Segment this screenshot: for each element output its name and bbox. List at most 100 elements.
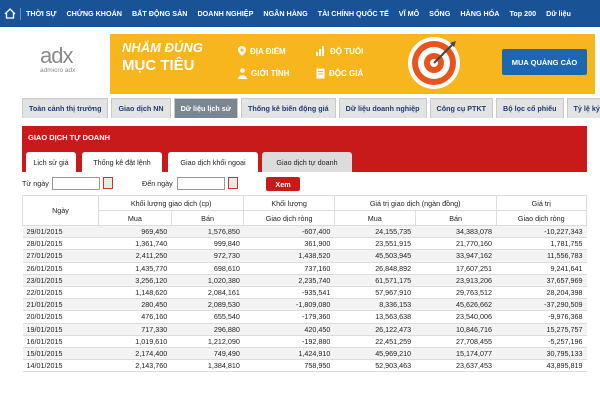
col-header-value-sell: Bán — [414, 210, 497, 226]
table-row: 26/01/2015 1,435,770 698,610 737,160 26,848,… — [22, 262, 587, 275]
cell-volume-buy: 1,148,620 — [98, 286, 172, 300]
banner-line1: NHẮM ĐÚNG — [122, 40, 203, 55]
col-header-value: Giá trị giao dịch (ngàn đồng) — [333, 195, 497, 211]
subtab-giao-dich-khoi-ngoai[interactable]: Giao dịch khối ngoại — [168, 152, 258, 172]
cell-value-buy: 26,122,473 — [334, 323, 416, 336]
cell-volume-sell: 2,089,530 — [171, 298, 244, 312]
tab-bo-loc-co-phieu[interactable]: Bộ lọc cổ phiếu — [496, 98, 564, 118]
view-button[interactable]: Xem — [266, 177, 300, 191]
banner-option-age-label: ĐỘ TUỔI — [330, 46, 364, 56]
col-header-net-volume: Khối lượng — [243, 195, 335, 211]
tab-du-lieu-lich-su[interactable]: Dữ liệu lịch sử — [173, 98, 238, 118]
ad-row: adx admicro adx NHẮM ĐÚNG MỤC TIÊU ĐỊA Đ… — [0, 27, 600, 95]
col-header-volume-sell: Bán — [170, 210, 245, 226]
cell-volume-sell: 1,212,090 — [171, 335, 244, 348]
nav-item-du-lieu[interactable]: Dữ liệu — [541, 9, 576, 18]
cell-value-buy: 23,551,915 — [334, 237, 416, 251]
section-title: GIAO DỊCH TỰ DOANH — [22, 126, 587, 148]
nav-item-bat-dong-san[interactable]: BẤT ĐỘNG SẢN — [127, 9, 193, 18]
nav-item-song[interactable]: SỐNG — [424, 9, 455, 18]
cell-volume-sell: 1,576,850 — [171, 225, 244, 239]
cell-value-net: 15,275,757 — [496, 323, 587, 336]
banner-option-age: ĐỘ TUỔI — [316, 46, 363, 56]
cell-volume-buy: 2,411,250 — [98, 249, 172, 263]
nav-item-doanh-nghiep[interactable]: DOANH NGHIỆP — [192, 9, 258, 18]
cell-volume-buy: 3,256,120 — [98, 274, 172, 287]
tab-toan-canh-thi-truong[interactable]: Toàn cảnh thị trường — [22, 98, 109, 118]
from-date-input[interactable] — [52, 177, 100, 190]
cell-value-buy: 57,967,910 — [334, 286, 416, 300]
nav-item-top-200[interactable]: Top 200 — [504, 9, 541, 18]
cell-volume-net: -1,809,080 — [243, 298, 335, 312]
cell-volume-net: 758,950 — [243, 359, 335, 373]
cell-value-sell: 23,637,453 — [415, 359, 497, 373]
sub-tabs: Lịch sử giá Thống kê đặt lệnh Giao dịch … — [22, 148, 587, 172]
col-header-volume-buy: Mua — [98, 210, 172, 226]
subtab-thong-ke-dat-lenh[interactable]: Thống kê đặt lệnh — [82, 152, 162, 172]
subtab-lich-su-gia[interactable]: Lịch sử giá — [26, 152, 76, 172]
cell-value-sell: 29,763,512 — [415, 286, 497, 300]
table-row: 29/01/2015 969,450 1,576,850 -607,400 24,155… — [22, 225, 587, 239]
cell-value-buy: 45,503,945 — [334, 249, 416, 263]
table-row: 19/01/2015 717,330 296,880 420,450 26,122,47… — [22, 323, 587, 336]
cell-volume-sell: 1,020,380 — [171, 274, 244, 287]
cell-date: 23/01/2015 — [22, 274, 99, 287]
tab-ty-le-ky-quy[interactable]: Tỷ lệ ký quỹ — [566, 98, 600, 118]
cell-volume-net: -607,400 — [243, 225, 335, 239]
cell-value-sell: 27,708,455 — [415, 335, 497, 348]
nav-item-tai-chinh-quoc-te[interactable]: TÀI CHÍNH QUỐC TẾ — [313, 9, 394, 18]
banner-option-gender-label: GIỚI TÍNH — [251, 69, 290, 78]
bar-chart-icon — [316, 46, 324, 56]
cell-volume-net: -192,880 — [243, 335, 335, 348]
tab-thong-ke-bien-dong-gia[interactable]: Thống kê biến động giá — [240, 98, 336, 118]
tab-du-lieu-doanh-nghiep[interactable]: Dữ liệu doanh nghiệp — [338, 98, 427, 118]
cell-value-sell: 45,626,662 — [415, 298, 497, 312]
cell-volume-buy: 2,143,760 — [98, 359, 172, 373]
cell-value-sell: 34,383,078 — [415, 225, 497, 239]
home-icon[interactable] — [0, 0, 20, 27]
cell-volume-buy: 280,450 — [98, 298, 172, 312]
cell-volume-net: 1,438,520 — [243, 249, 335, 263]
nav-item-thoi-su[interactable]: THỜI SỰ — [21, 9, 61, 18]
table-row: 22/01/2015 1,148,620 2,084,161 -935,541 57,9… — [22, 286, 587, 300]
cell-volume-sell: 1,384,810 — [171, 359, 244, 373]
logo-brand: adx — [40, 43, 73, 68]
to-date-label: Đến ngày — [142, 179, 173, 188]
col-header-volume-net: Giao dịch ròng — [243, 210, 335, 226]
calendar-icon[interactable] — [228, 177, 238, 189]
cell-value-net: 43,895,819 — [496, 359, 587, 373]
tab-giao-dich-nn[interactable]: Giao dịch NN — [111, 98, 171, 118]
cell-volume-net: 361,900 — [243, 237, 335, 251]
table-row: 14/01/2015 2,143,760 1,384,810 758,950 52,90… — [22, 359, 587, 373]
cell-date: 20/01/2015 — [22, 310, 99, 324]
table-row: 16/01/2015 1,019,610 1,212,090 -192,880 22,4… — [22, 335, 587, 348]
col-header-value-buy: Mua — [333, 210, 416, 226]
cell-date: 28/01/2015 — [22, 237, 99, 251]
cell-date: 19/01/2015 — [22, 323, 99, 336]
top-nav: THỜI SỰ CHỨNG KHOÁN BẤT ĐỘNG SẢN DOANH N… — [0, 0, 600, 27]
cell-date: 26/01/2015 — [22, 262, 99, 275]
ad-banner[interactable]: NHẮM ĐÚNG MỤC TIÊU ĐỊA ĐIỂM ĐỘ TUỔI GIỚI… — [110, 34, 595, 94]
from-date-label: Từ ngày — [22, 179, 49, 188]
date-filter: Từ ngày Đến ngày Xem — [22, 174, 587, 194]
admicro-logo[interactable]: adx admicro adx — [40, 45, 110, 85]
cell-value-buy: 61,571,175 — [334, 274, 416, 287]
nav-item-chung-khoan[interactable]: CHỨNG KHOÁN — [61, 9, 126, 18]
subtab-giao-dich-tu-doanh[interactable]: Giao dịch tự doanh — [262, 152, 352, 172]
nav-item-vi-mo[interactable]: VĨ MÔ — [394, 9, 424, 18]
table-row: 28/01/2015 1,361,740 999,840 361,900 23,551,… — [22, 237, 587, 251]
buy-ad-button[interactable]: MUA QUẢNG CÁO — [502, 49, 587, 75]
cell-value-buy: 45,969,210 — [334, 347, 416, 361]
nav-item-ngan-hang[interactable]: NGÂN HÀNG — [258, 9, 312, 18]
col-header-date: Ngày — [22, 195, 99, 226]
banner-option-location: ĐỊA ĐIỂM — [238, 46, 286, 56]
trading-table: Ngày Khối lượng giao dịch (cp) Khối lượn… — [22, 195, 588, 373]
tab-cong-cu-ptkt[interactable]: Công cụ PTKT — [429, 98, 494, 118]
to-date-input[interactable] — [177, 177, 225, 190]
cell-value-buy: 26,848,892 — [334, 262, 416, 275]
cell-volume-buy: 969,450 — [98, 225, 172, 239]
cell-volume-net: 737,160 — [243, 262, 335, 275]
cell-volume-net: 2,235,740 — [243, 274, 335, 287]
nav-item-hang-hoa[interactable]: HÀNG HÓA — [455, 9, 504, 18]
calendar-icon[interactable] — [103, 177, 113, 189]
